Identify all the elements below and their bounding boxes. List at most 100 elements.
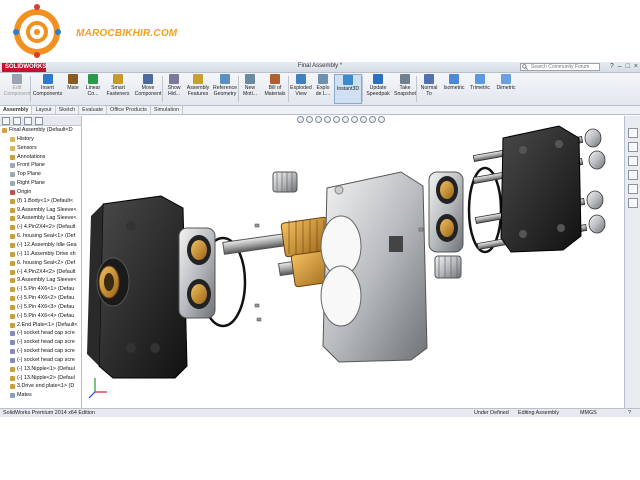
tree-item[interactable]: History	[0, 135, 81, 144]
cmd-show-hidden-button[interactable]: Show Hid...	[164, 74, 184, 104]
tree-item[interactable]: (-) 4.Pin2X4<2> (Default	[0, 223, 81, 232]
tree-item[interactable]: (-) 13.Nipple<2> (Defaul	[0, 374, 81, 383]
property-manager-icon[interactable]	[13, 117, 21, 125]
cmd-bill-of-materials-button[interactable]: Bill of Materials	[262, 74, 288, 104]
tree-item[interactable]: Right Plane	[0, 179, 81, 188]
tree-item[interactable]: 3.Drive end plate<1> (D	[0, 382, 81, 391]
end-plate[interactable]	[500, 125, 582, 253]
tree-item[interactable]: Mates	[0, 391, 81, 400]
tree-item-label: 9.Assembly Lag Sleeve<	[17, 277, 77, 284]
cmd-mate-button[interactable]: Mate	[64, 74, 82, 104]
tree-item-icon	[10, 260, 15, 266]
status-editing-mode: Editing Assembly	[518, 410, 560, 416]
tree-item-icon	[10, 278, 15, 284]
update-speedpak-icon	[373, 74, 383, 84]
cmd-new-motion-study-button[interactable]: New Moti...	[240, 74, 260, 104]
tree-item[interactable]: (-) 5.Pin 4X6<1> (Defau	[0, 285, 81, 294]
lag-sleeve-left[interactable]	[178, 227, 216, 319]
status-unit-system[interactable]: MMGS	[580, 409, 597, 417]
tree-item-icon	[10, 163, 15, 169]
cmd-explode-line-sketch-button[interactable]: Explo de L...	[314, 74, 332, 104]
cmd-label-line1: Instant3D	[336, 86, 360, 92]
tree-item[interactable]: 9.Assembly Lag Sleeve<	[0, 206, 81, 215]
tree-item[interactable]: 6. housing Seal<1> (Def	[0, 232, 81, 241]
feature-manager-icon[interactable]	[2, 117, 10, 125]
tree-item[interactable]: 6. housing Seal<2> (Def	[0, 259, 81, 268]
tree-item[interactable]: Final Assembly (Default<D	[0, 126, 81, 135]
nipple-top[interactable]	[272, 171, 298, 193]
tree-item[interactable]: Sensors	[0, 144, 81, 153]
cmd-insert-components-button[interactable]: Insert Components	[33, 74, 62, 104]
tree-item[interactable]: 9.Assembly Lag Sleeve<	[0, 214, 81, 223]
cmd-normal-to-button[interactable]: Normal To	[418, 74, 440, 104]
cmd-edit-component-button[interactable]: Edit Component	[3, 74, 31, 104]
cmd-instant3d-button[interactable]: Instant3D	[334, 74, 362, 104]
tree-item[interactable]: (-) socket head cap scre	[0, 338, 81, 347]
tree-item[interactable]: (-) 12.Assembly Idle Gea	[0, 241, 81, 250]
custom-properties-icon[interactable]	[628, 198, 638, 208]
search-input[interactable]: Search Community Forum	[520, 63, 600, 71]
maximize-button[interactable]: □	[626, 63, 630, 70]
cmd-move-component-button[interactable]: Move Component	[134, 74, 162, 104]
tree-item-icon	[10, 296, 15, 302]
tree-item[interactable]: (-) 5.Pin 4X6<4> (Defau	[0, 312, 81, 321]
cmd-take-snapshot-button[interactable]: Take Snapshot	[394, 74, 416, 104]
dimxpert-icon[interactable]	[35, 117, 43, 125]
cmd-smart-fasteners-button[interactable]: Smart Fasteners	[104, 74, 132, 104]
solidworks-resources-icon[interactable]	[628, 128, 638, 138]
cmd-trimetric-button[interactable]: Trimetric	[468, 74, 492, 104]
tab-sketch[interactable]: Sketch	[56, 106, 80, 114]
cmd-assembly-features-button[interactable]: Assembly Features	[186, 74, 210, 104]
file-explorer-icon[interactable]	[628, 156, 638, 166]
graphics-area[interactable]	[83, 116, 624, 408]
tree-item[interactable]: Top Plane	[0, 170, 81, 179]
tree-item[interactable]: (-) socket head cap scre	[0, 347, 81, 356]
tab-office-products[interactable]: Office Products	[107, 106, 151, 114]
trimetric-icon	[475, 74, 485, 84]
tab-assembly[interactable]: Assembly	[0, 106, 33, 114]
tree-item[interactable]: (-) 4.Pin2X4<2> (Default	[0, 268, 81, 277]
tree-item[interactable]: (-) 5.Pin 4X6<3> (Defau	[0, 303, 81, 312]
tree-item[interactable]: (-) socket head cap scre	[0, 329, 81, 338]
tree-item-label: (-) 11.Assembly Drive sh	[17, 250, 76, 257]
tree-item-icon	[10, 225, 15, 231]
cmd-dimetric-button[interactable]: Dimetric	[494, 74, 518, 104]
tree-item[interactable]: (-) 5.Pin 4X6<2> (Defau	[0, 294, 81, 303]
help-button[interactable]: ?	[610, 63, 614, 70]
tree-item[interactable]: 2.End Plate<1> (Default<	[0, 321, 81, 330]
configuration-manager-icon[interactable]	[24, 117, 32, 125]
tree-item[interactable]: Annotations	[0, 153, 81, 162]
status-help[interactable]: ?	[628, 409, 631, 417]
tab-layout[interactable]: Layout	[32, 106, 56, 114]
view-palette-icon[interactable]	[628, 170, 638, 180]
tree-item[interactable]: 9.Assembly Lag Sleeve<	[0, 276, 81, 285]
bill-of-materials-icon	[270, 74, 280, 84]
pump-body[interactable]	[320, 171, 428, 363]
cmd-exploded-view-button[interactable]: Exploded View	[290, 74, 312, 104]
appearances-icon[interactable]	[628, 184, 638, 194]
tree-item[interactable]: (-) 11.Assembly Drive sh	[0, 250, 81, 259]
instant3d-icon	[343, 75, 353, 85]
tree-item-icon	[10, 234, 15, 240]
design-library-icon[interactable]	[628, 142, 638, 152]
cmd-isometric-button[interactable]: Isometric	[442, 74, 466, 104]
tree-item-icon	[10, 331, 15, 337]
tab-evaluate[interactable]: Evaluate	[79, 106, 108, 114]
cmd-reference-geometry-button[interactable]: Reference Geometry	[212, 74, 238, 104]
tree-item[interactable]: Origin	[0, 188, 81, 197]
tree-item-icon	[10, 357, 15, 363]
tree-item[interactable]: Front Plane	[0, 161, 81, 170]
minimize-button[interactable]: –	[618, 63, 622, 70]
cmd-linear-pattern-button[interactable]: Linear Co...	[84, 74, 102, 104]
tab-simulation[interactable]: Simulation	[151, 106, 184, 114]
nipple-bottom[interactable]	[434, 255, 462, 279]
tree-item[interactable]: (-) 13.Nipple<1> (Defaul	[0, 365, 81, 374]
cmd-update-speedpak-button[interactable]: Update Speedpak	[364, 74, 392, 104]
tree-item[interactable]: (-) socket head cap scre	[0, 356, 81, 365]
close-button[interactable]: ×	[634, 63, 638, 70]
tree-item-icon	[10, 287, 15, 293]
lag-sleeve-right[interactable]	[428, 171, 464, 253]
tree-item[interactable]: (f) 1.Body<1> (Default<	[0, 197, 81, 206]
drive-end-plate[interactable]	[87, 195, 188, 379]
cmd-label-line2: Fasteners	[106, 91, 130, 97]
